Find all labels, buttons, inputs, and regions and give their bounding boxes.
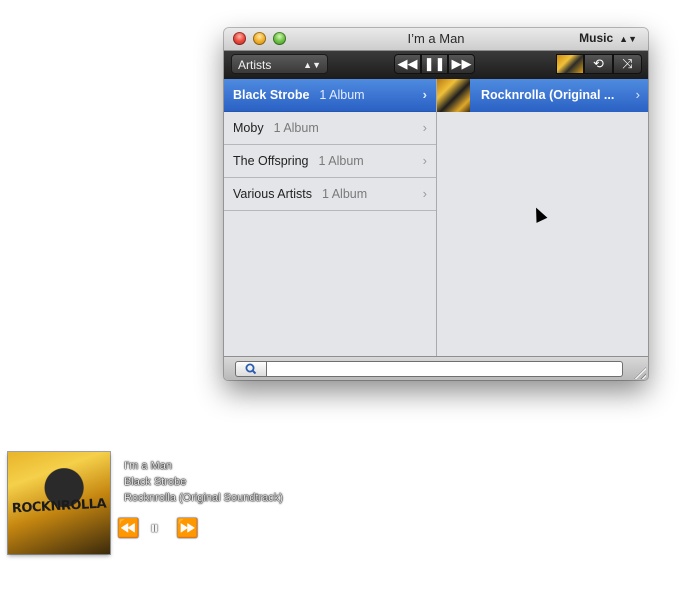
- now-playing-artist: Black Strobe: [124, 476, 187, 488]
- fast-forward-icon: ▶▶: [451, 56, 472, 71]
- artist-name: Moby: [233, 121, 264, 135]
- source-selector-label: Music: [579, 31, 614, 45]
- play-pause-button[interactable]: ⏸: [150, 518, 159, 539]
- search-button[interactable]: [235, 361, 267, 377]
- title-bar[interactable]: I’m a Man Music ▲▼: [224, 28, 648, 51]
- album-count: 1 Album: [318, 154, 364, 168]
- repeat-button[interactable]: ⟲: [584, 54, 613, 74]
- pause-icon: ❚❚: [423, 56, 446, 71]
- rewind-icon: ◀◀: [397, 56, 418, 71]
- previous-track-button[interactable]: ⏪: [117, 518, 139, 539]
- chevron-right-icon: ›: [422, 87, 427, 102]
- artist-name: Various Artists: [233, 187, 312, 201]
- artist-row[interactable]: Black Strobe 1 Album ›: [224, 79, 436, 112]
- artist-row[interactable]: Various Artists 1 Album ›: [224, 178, 436, 211]
- album-count: 1 Album: [273, 121, 319, 135]
- chevron-right-icon: ›: [635, 87, 640, 102]
- album-row[interactable]: Rocknrolla (Original ... ›: [437, 79, 648, 112]
- mini-player-window: I’m a Man Music ▲▼ Artists ▲▼ ◀◀ ❚❚ ▶▶ ⟲ …: [224, 28, 648, 380]
- bottom-bar: [224, 356, 648, 380]
- updown-arrows-icon: ▲▼: [619, 34, 637, 44]
- album-count: 1 Album: [319, 88, 365, 102]
- now-playing-album-art: ROCKNROLLA: [8, 452, 110, 554]
- chevron-right-icon: ›: [422, 153, 427, 168]
- album-count: 1 Album: [321, 187, 368, 201]
- search-input[interactable]: [267, 361, 623, 377]
- shuffle-button[interactable]: ⤨: [613, 54, 642, 74]
- chevron-right-icon: ›: [422, 120, 427, 135]
- next-track-button[interactable]: ▶▶: [448, 54, 475, 74]
- previous-track-button[interactable]: ◀◀: [394, 54, 421, 74]
- album-title: Rocknrolla (Original ...: [481, 88, 615, 102]
- toolbar: Artists ▲▼ ◀◀ ❚❚ ▶▶ ⟲ ⤨: [224, 51, 648, 79]
- updown-arrows-icon: ▲▼: [303, 60, 321, 70]
- view-selector[interactable]: Artists ▲▼: [231, 54, 328, 74]
- shuffle-icon: ⤨: [622, 56, 633, 71]
- artist-name: Black Strobe: [233, 88, 310, 102]
- artist-row[interactable]: The Offspring 1 Album ›: [224, 145, 436, 178]
- next-track-button[interactable]: ⏩: [176, 518, 198, 539]
- rewind-icon: ⏪: [117, 518, 140, 538]
- repeat-icon: ⟲: [593, 56, 604, 71]
- search-icon: [245, 363, 257, 375]
- resize-grip-icon[interactable]: [634, 367, 646, 379]
- album-art-title: ROCKNROLLA: [11, 496, 107, 517]
- album-thumbnail: [437, 79, 470, 112]
- play-pause-button[interactable]: ❚❚: [421, 54, 448, 74]
- artist-name: The Offspring: [233, 154, 309, 168]
- fast-forward-icon: ⏩: [176, 518, 199, 538]
- now-playing-track: I'm a Man: [124, 460, 172, 472]
- pause-icon: ⏸: [150, 518, 159, 538]
- artists-column: Black Strobe 1 Album › Moby 1 Album › The …: [224, 79, 437, 356]
- artist-row[interactable]: Moby 1 Album ›: [224, 112, 436, 145]
- now-playing-album: Rocknrolla (Original Soundtrack): [124, 492, 283, 504]
- chevron-right-icon: ›: [422, 186, 427, 201]
- source-selector[interactable]: Music ▲▼: [579, 31, 637, 45]
- toolbar-album-art[interactable]: [556, 54, 584, 74]
- view-selector-label: Artists: [238, 58, 272, 72]
